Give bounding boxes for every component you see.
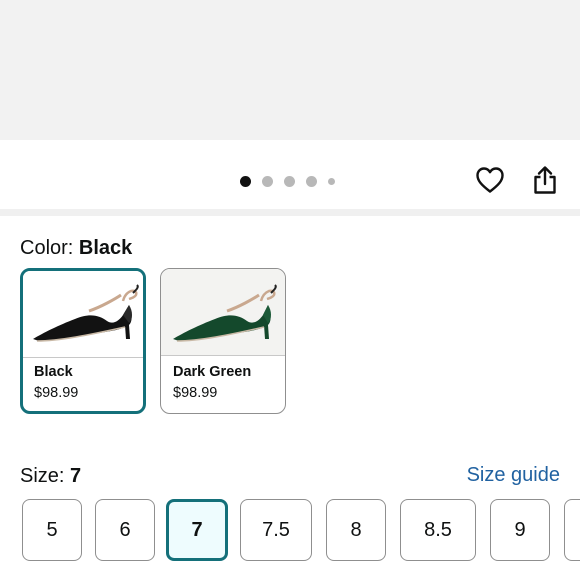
color-swatch-name: Black — [34, 364, 73, 380]
carousel-dot-5[interactable] — [328, 177, 335, 185]
color-selected-value: Black — [78, 237, 133, 259]
heart-icon — [476, 167, 504, 193]
color-heading: Color: Black — [20, 235, 132, 261]
size-heading: Size: 7 — [20, 463, 81, 489]
carousel-dots — [240, 174, 346, 188]
section-divider — [0, 209, 580, 216]
carousel-dot-2[interactable] — [262, 175, 273, 187]
color-swatch-thumbnail — [161, 269, 285, 356]
share-button[interactable] — [528, 163, 562, 197]
share-icon — [534, 166, 556, 194]
color-swatch-dark-green[interactable]: Dark Green $98.99 — [160, 268, 286, 414]
carousel-dot-3[interactable] — [284, 175, 295, 187]
color-swatch-thumbnail — [23, 271, 143, 358]
size-option-6[interactable]: 6 — [95, 499, 155, 561]
carousel-dot-4[interactable] — [306, 175, 317, 187]
wishlist-button[interactable] — [473, 163, 507, 197]
size-label-text: Size: — [20, 465, 65, 487]
product-image-area[interactable] — [0, 0, 580, 140]
shoe-image-dark-green — [173, 284, 277, 342]
color-swatch-name: Dark Green — [173, 364, 252, 380]
size-option-partial[interactable] — [564, 499, 580, 561]
size-guide-link[interactable]: Size guide — [467, 462, 560, 488]
size-option-7[interactable]: 7 — [166, 499, 228, 561]
size-option-5[interactable]: 5 — [22, 499, 82, 561]
color-swatch-black[interactable]: Black $98.99 — [20, 268, 146, 414]
color-label-text: Color: — [20, 237, 74, 259]
size-option-8[interactable]: 8 — [326, 499, 386, 561]
size-selected-value: 7 — [70, 465, 82, 487]
product-options-page: Color: Black Black $98.99 Dark Green $98… — [0, 0, 580, 580]
size-option-8-5[interactable]: 8.5 — [400, 499, 476, 561]
size-option-7-5[interactable]: 7.5 — [240, 499, 312, 561]
color-swatch-price: $98.99 — [173, 385, 218, 401]
shoe-image-black — [33, 284, 139, 342]
carousel-dot-1[interactable] — [240, 175, 251, 187]
color-swatch-price: $98.99 — [34, 385, 79, 401]
size-option-9[interactable]: 9 — [490, 499, 550, 561]
